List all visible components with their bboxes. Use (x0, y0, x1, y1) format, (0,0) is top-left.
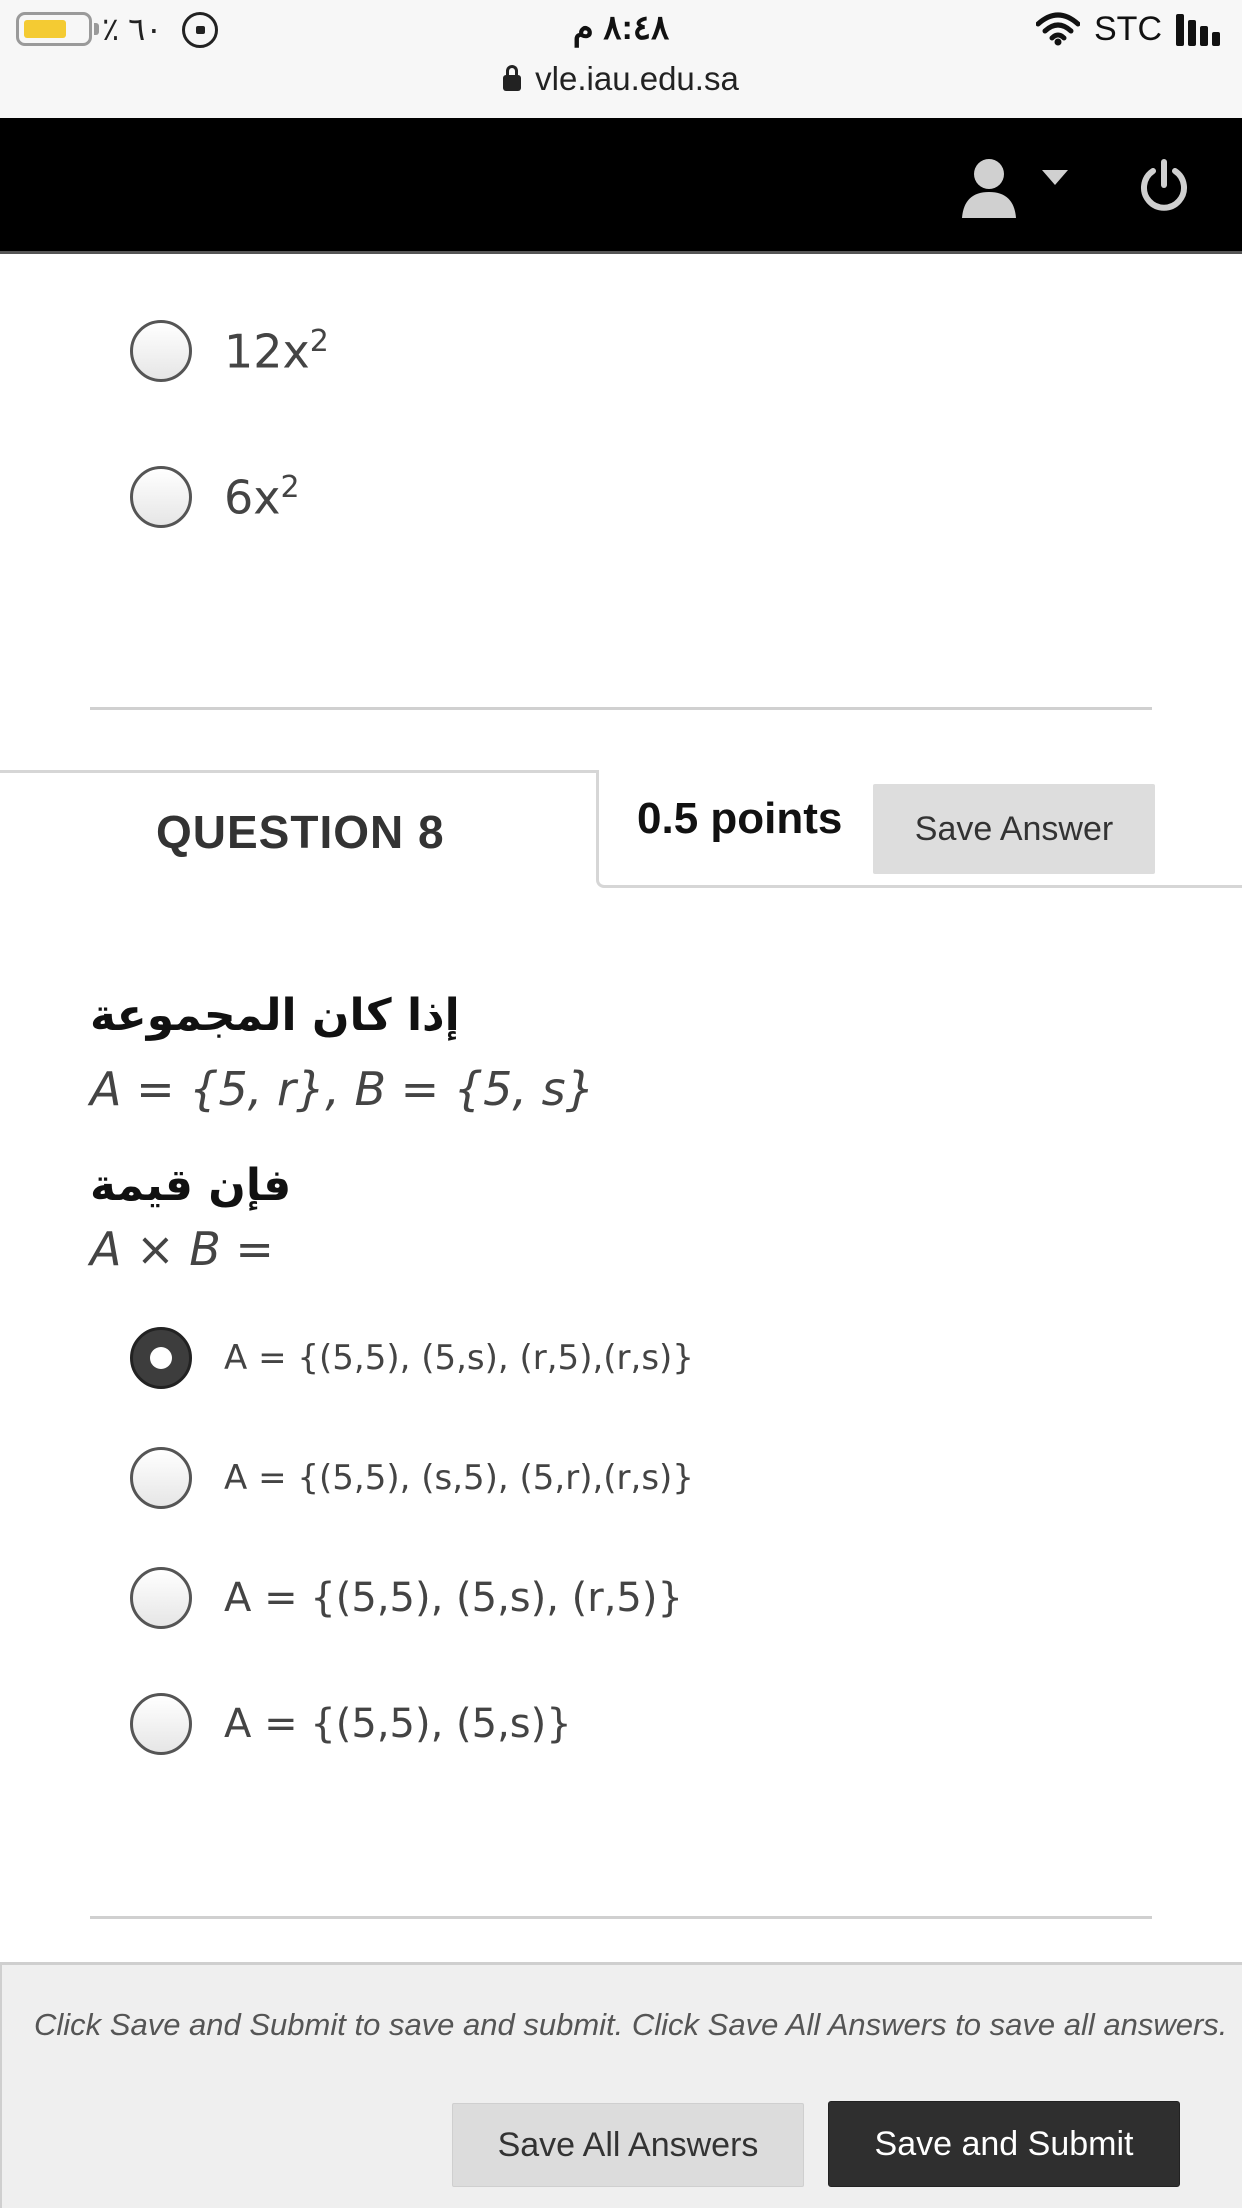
save-all-answers-button[interactable]: Save All Answers (452, 2103, 804, 2187)
user-icon (962, 159, 1068, 218)
divider (90, 707, 1152, 710)
power-icon (1141, 159, 1187, 211)
option-exponent: 2 (280, 469, 300, 505)
question-points-box: 0.5 points Save Answer (596, 770, 1242, 888)
footer-instructions: Click Save and Submit to save and submit… (34, 2007, 1228, 2042)
address-bar[interactable]: vle.iau.edu.sa (0, 60, 1242, 98)
save-answer-button[interactable]: Save Answer (873, 784, 1155, 874)
answer-option-1[interactable]: A = {(5,5), (5,s), (r,5),(r,s)} (130, 1327, 694, 1389)
question-math-1: A = {5, r}, B = {5, s} (90, 1062, 595, 1116)
answer-option-2[interactable]: A = {(5,5), (s,5), (5,r),(r,s)} (130, 1447, 694, 1509)
wifi-icon (1036, 12, 1080, 46)
url-text: vle.iau.edu.sa (535, 60, 739, 97)
prev-option-1[interactable]: 12x2 (130, 320, 329, 382)
radio-button[interactable] (130, 1693, 192, 1755)
question-text-ar-2: فإن قيمة (90, 1160, 292, 1211)
chevron-down-icon (1042, 170, 1068, 185)
radio-button[interactable] (130, 466, 192, 528)
answer-option-4[interactable]: A = {(5,5), (5,s)} (130, 1693, 572, 1755)
app-header (0, 118, 1242, 254)
divider (90, 1916, 1152, 1919)
option-text: A = {(5,5), (5,s)} (224, 1701, 572, 1747)
status-bar: ٪ ٦٠ ٨:٤٨ م vle.iau.edu.sa STC (0, 0, 1242, 118)
question-title: QUESTION 8 (156, 806, 445, 858)
question-points: 0.5 points (637, 794, 843, 843)
option-text: A = {(5,5), (5,s), (r,5),(r,s)} (224, 1338, 694, 1378)
user-menu-button[interactable] (958, 156, 1078, 220)
radio-button-selected[interactable] (130, 1327, 192, 1389)
option-text: A = {(5,5), (5,s), (r,5)} (224, 1575, 683, 1621)
option-text: A = {(5,5), (s,5), (5,r),(r,s)} (224, 1458, 694, 1498)
save-and-submit-button[interactable]: Save and Submit (828, 2101, 1180, 2187)
question-header: QUESTION 8 0.5 points Save Answer (0, 770, 1242, 894)
radio-button[interactable] (130, 1447, 192, 1509)
question-math-2: A × B = (90, 1222, 274, 1276)
prev-option-2[interactable]: 6x2 (130, 466, 300, 528)
radio-button[interactable] (130, 1567, 192, 1629)
option-exponent: 2 (309, 323, 329, 359)
submit-footer: Click Save and Submit to save and submit… (0, 1962, 1242, 2208)
option-text: 6x (224, 470, 281, 525)
question-text-ar-1: إذا كان المجموعة (90, 990, 460, 1041)
answer-option-3[interactable]: A = {(5,5), (5,s), (r,5)} (130, 1567, 683, 1629)
option-text: 12x (224, 324, 310, 379)
logout-button[interactable] (1136, 158, 1192, 214)
signal-icon (1176, 14, 1226, 46)
radio-button[interactable] (130, 320, 192, 382)
padlock-icon (503, 65, 522, 91)
carrier-name: STC (1094, 10, 1162, 48)
